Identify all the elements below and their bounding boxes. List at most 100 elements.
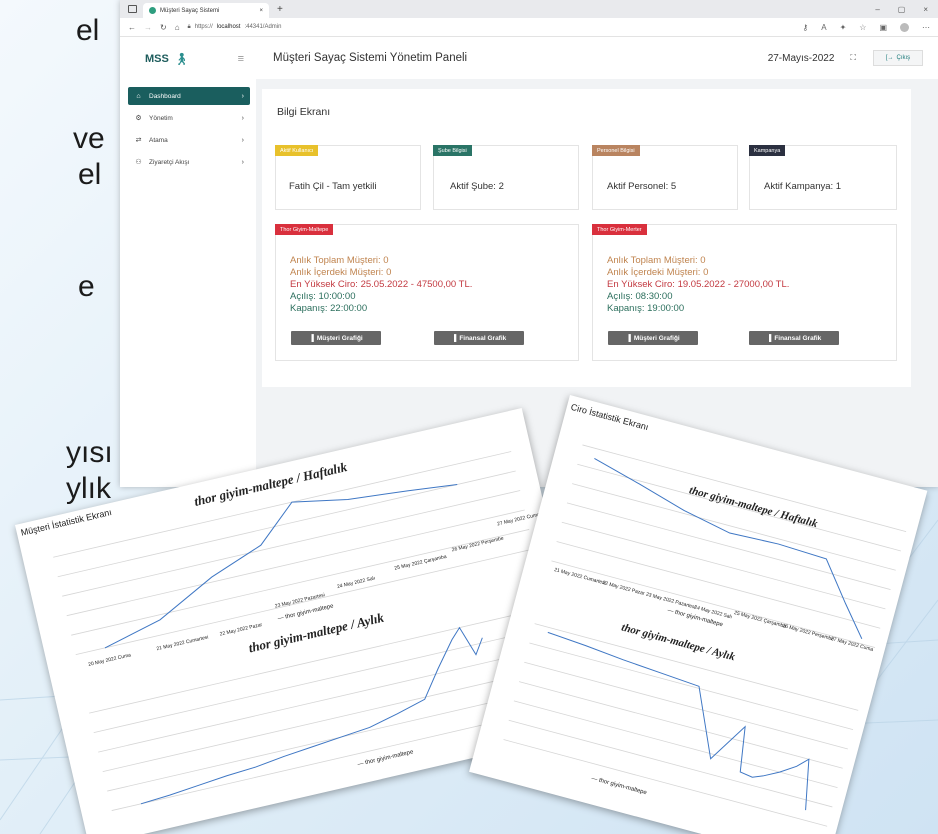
- sidebar-item-atama[interactable]: ⇄ Atama ›: [128, 131, 250, 149]
- active-user-card: Aktif Kullanıcı Fatih Çil - Tam yetkili: [275, 145, 421, 210]
- home-icon: ⌂: [136, 92, 141, 100]
- financial-chart-button[interactable]: ▐ Finansal Grafik: [434, 331, 524, 345]
- maximize-button[interactable]: ▢: [898, 5, 906, 14]
- opening-time: Açılış: 08:30:00: [607, 291, 673, 302]
- favicon-icon: [149, 7, 156, 14]
- tab-actions-icon[interactable]: [128, 5, 137, 13]
- panel-title: Bilgi Ekranı: [277, 106, 331, 118]
- slide-text-2: ve: [73, 122, 105, 155]
- staff-info-card: Personel Bilgisi Aktif Personel: 5: [592, 145, 738, 210]
- bar-chart-icon: ▐: [766, 334, 772, 342]
- sidebar-nav: ⌂ Dashboard › ⚙ Yönetim › ⇄ Atama › ⚇ Zi…: [120, 87, 256, 171]
- highest-revenue: En Yüksek Ciro: 25.05.2022 - 47500,00 TL…: [290, 279, 473, 290]
- brand-logo[interactable]: MSS: [145, 53, 169, 65]
- card-value: Fatih Çil - Tam yetkili: [289, 181, 377, 192]
- current-total-customers: Anlık Toplam Müşteri: 0: [290, 255, 389, 266]
- extensions-icon[interactable]: ✦: [840, 23, 847, 32]
- url-field[interactable]: 🔒︎ https://localhost:44341/Admin: [188, 24, 282, 31]
- users-icon: ⚇: [135, 159, 142, 166]
- current-inside-customers: Anlık İçerdeki Müşteri: 0: [607, 267, 709, 278]
- profile-avatar[interactable]: [900, 22, 909, 32]
- favorites-icon[interactable]: ☆: [859, 23, 866, 32]
- card-value: Aktif Şube: 2: [450, 181, 504, 192]
- swap-icon: ⇄: [135, 137, 142, 144]
- bar-chart-icon: ▐: [309, 334, 314, 342]
- info-panel: Bilgi Ekranı Aktif Kullanıcı Fatih Çil -…: [262, 89, 911, 387]
- sidebar: MSS 🚶︎ ≡ ⌂ Dashboard › ⚙ Yönetim › ⇄ Ata…: [120, 37, 256, 487]
- lock-icon: 🔒︎: [187, 23, 191, 30]
- slide-text-5: yısı: [66, 436, 113, 469]
- top-bar: Müşteri Sayaç Sistemi Yönetim Paneli 27-…: [256, 37, 938, 79]
- reload-icon[interactable]: ↻: [160, 23, 167, 32]
- card-value: Aktif Kampanya: 1: [764, 181, 842, 192]
- bar-chart-icon: ▐: [451, 334, 457, 342]
- card-badge: Aktif Kullanıcı: [275, 145, 319, 156]
- logout-label: Çıkış: [896, 55, 911, 61]
- chevron-right-icon: ›: [241, 92, 244, 100]
- address-bar: ← → ↻ ⌂ 🔒︎ https://localhost:44341/Admin…: [120, 18, 938, 37]
- url-path: :44341/Admin: [244, 24, 282, 30]
- sidebar-item-dashboard[interactable]: ⌂ Dashboard ›: [128, 87, 250, 105]
- customer-chart-button[interactable]: ▐ Müşteri Grafiği: [608, 331, 698, 345]
- weekly-revenue-series: [594, 458, 863, 640]
- current-date: 27-Mayıs-2022: [767, 52, 835, 64]
- sidebar-item-label: Dashboard: [149, 92, 181, 100]
- button-label: Müşteri Grafiği: [633, 334, 680, 342]
- chevron-right-icon: ›: [241, 158, 244, 166]
- highest-revenue: En Yüksek Ciro: 19.05.2022 - 27000,00 TL…: [607, 279, 790, 290]
- sidebar-item-label: Yönetim: [149, 114, 173, 122]
- slide-text-6: ylık: [66, 472, 111, 505]
- bar-chart-icon: ▐: [626, 334, 631, 342]
- closing-time: Kapanış: 19:00:00: [607, 303, 685, 314]
- url-scheme: https://: [194, 24, 213, 30]
- walking-person-icon: 🚶︎: [173, 52, 190, 66]
- button-label: Müşteri Grafiği: [316, 334, 363, 342]
- sidebar-item-label: Atama: [149, 136, 168, 144]
- tab-close-icon[interactable]: ×: [259, 8, 263, 14]
- collections-icon[interactable]: ▣: [879, 23, 887, 32]
- minimize-button[interactable]: –: [875, 5, 879, 14]
- home-icon[interactable]: ⌂: [175, 23, 180, 32]
- branch-card-merter: Thor Giyim-Merter Anlık Toplam Müşteri: …: [592, 224, 897, 361]
- forward-icon[interactable]: →: [144, 23, 152, 32]
- page-title: Müşteri Sayaç Sistemi Yönetim Paneli: [273, 52, 468, 64]
- sidebar-item-ziyaretci-akisi[interactable]: ⚇ Ziyaretçi Akışı ›: [128, 153, 250, 171]
- slide-text-1: el: [76, 14, 100, 47]
- current-total-customers: Anlık Toplam Müşteri: 0: [607, 255, 706, 266]
- card-badge: Kampanya: [749, 145, 786, 156]
- closing-time: Kapanış: 22:00:00: [290, 303, 368, 314]
- sidebar-item-label: Ziyaretçi Akışı: [149, 158, 190, 166]
- button-label: Finansal Grafik: [459, 334, 507, 342]
- fullscreen-icon[interactable]: ⛶: [850, 53, 856, 63]
- brand: MSS 🚶︎ ≡: [120, 45, 256, 73]
- chevron-right-icon: ›: [241, 114, 244, 122]
- new-tab-button[interactable]: +: [277, 4, 283, 15]
- card-badge: Şube Bilgisi: [433, 145, 472, 156]
- close-window-button[interactable]: ×: [923, 5, 928, 14]
- chevron-right-icon: ›: [241, 136, 244, 144]
- card-badge: Personel Bilgisi: [592, 145, 640, 156]
- card-value: Aktif Personel: 5: [607, 181, 677, 192]
- branch-badge: Thor Giyim-Merter: [592, 224, 647, 235]
- back-icon[interactable]: ←: [128, 23, 136, 32]
- key-icon[interactable]: ⚷: [802, 23, 808, 32]
- more-icon[interactable]: ⋯: [922, 23, 930, 32]
- slide-text-3: el: [78, 158, 102, 191]
- gear-icon: ⚙: [135, 115, 142, 122]
- menu-toggle-icon[interactable]: ≡: [238, 53, 244, 65]
- customer-chart-button[interactable]: ▐ Müşteri Grafiği: [291, 331, 381, 345]
- read-aloud-icon[interactable]: A: [821, 23, 826, 32]
- monthly-revenue-series: [547, 631, 810, 811]
- logout-icon: [→: [885, 55, 894, 61]
- financial-chart-button[interactable]: ▐ Finansal Grafik: [749, 331, 839, 345]
- sidebar-item-yonetim[interactable]: ⚙ Yönetim ›: [128, 109, 250, 127]
- slide-text-4: e: [78, 270, 95, 303]
- branch-badge: Thor Giyim-Maltepe: [275, 224, 334, 235]
- tab-title: Müşteri Sayaç Sistemi: [160, 7, 220, 14]
- url-host: localhost: [216, 24, 241, 30]
- browser-tab[interactable]: Müşteri Sayaç Sistemi ×: [143, 3, 269, 18]
- campaign-card: Kampanya Aktif Kampanya: 1: [749, 145, 897, 210]
- logout-button[interactable]: [→ Çıkış: [873, 50, 923, 66]
- branch-info-card: Şube Bilgisi Aktif Şube: 2: [433, 145, 579, 210]
- branch-card-maltepe: Thor Giyim-Maltepe Anlık Toplam Müşteri:…: [275, 224, 579, 361]
